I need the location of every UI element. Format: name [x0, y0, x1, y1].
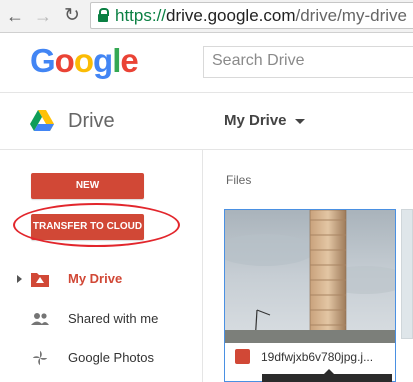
google-drive-logo-icon[interactable]	[30, 110, 54, 132]
sidebar-item-my-drive[interactable]: My Drive	[0, 262, 202, 298]
search-box[interactable]	[203, 46, 413, 78]
logo-letter: g	[93, 42, 113, 79]
google-header: Google	[0, 33, 413, 93]
search-input[interactable]	[204, 47, 412, 75]
sidebar-item-label: Google Photos	[68, 350, 155, 365]
logo-letter: G	[30, 42, 56, 79]
back-arrow-icon[interactable]: ←	[6, 7, 24, 25]
next-file-card[interactable]	[401, 209, 413, 339]
shared-people-icon	[31, 313, 49, 325]
drive-header: Drive My Drive	[0, 94, 413, 150]
sidebar-item-shared[interactable]: Shared with me	[0, 302, 202, 338]
sidebar-item-photos[interactable]: Google Photos	[0, 341, 202, 377]
transfer-to-cloud-button[interactable]: TRANSFER TO CLOUD	[31, 214, 144, 240]
reload-icon[interactable]: ↻	[63, 6, 81, 25]
logo-letter: e	[120, 42, 138, 79]
google-photos-icon	[32, 350, 48, 366]
logo-letter: o	[73, 42, 94, 79]
url-path: /drive/my-drive	[295, 6, 407, 25]
file-card[interactable]: 19dfwjxb6v780jpg.j...	[224, 209, 396, 382]
lock-icon	[98, 8, 109, 22]
browser-toolbar: ← → ↻ https://drive.google.com/drive/my-…	[0, 0, 413, 33]
tooltip	[262, 369, 392, 382]
image-thumbnail	[225, 210, 395, 343]
image-file-icon	[235, 349, 250, 364]
app-name: Drive	[68, 110, 115, 132]
files-section-label: Files	[226, 173, 252, 187]
caret-down-icon	[294, 118, 305, 124]
file-name: 19dfwjxb6v780jpg.j...	[261, 350, 374, 364]
expand-arrow-icon[interactable]	[17, 275, 22, 283]
url-scheme: https://	[115, 6, 167, 25]
url-host: drive.google.com	[166, 6, 296, 25]
google-logo[interactable]: Google	[30, 42, 139, 80]
location-label: My Drive	[224, 112, 287, 129]
sidebar-item-label: Shared with me	[68, 311, 159, 326]
logo-letter: o	[54, 42, 75, 79]
sidebar-divider	[202, 150, 203, 382]
location-dropdown[interactable]: My Drive	[224, 112, 305, 129]
sidebar-item-label: My Drive	[68, 271, 123, 286]
forward-arrow-icon[interactable]: →	[34, 7, 52, 25]
new-button[interactable]: NEW	[31, 173, 144, 199]
address-bar[interactable]: https://drive.google.com/drive/my-drive	[90, 2, 413, 29]
my-drive-icon	[31, 273, 49, 287]
url-text[interactable]: https://drive.google.com/drive/my-drive	[115, 6, 407, 26]
